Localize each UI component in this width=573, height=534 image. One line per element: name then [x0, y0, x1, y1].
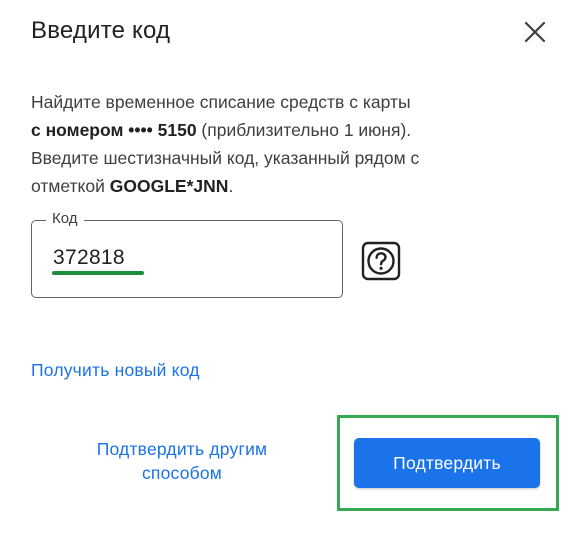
close-button[interactable]	[516, 13, 554, 51]
verify-code-dialog: Введите код Найдите временное списание с…	[0, 0, 573, 534]
instruction-line-4: отметкой GOOGLE*JNN.	[31, 172, 531, 200]
alt-method-label-line2: способом	[141, 463, 223, 483]
alt-method-label-line1: Подтвердить другим	[96, 439, 268, 459]
help-button[interactable]	[361, 241, 401, 281]
confirm-button[interactable]: Подтвердить	[354, 438, 540, 488]
mark-prefix-text: отметкой	[31, 176, 110, 196]
code-field-label: Код	[46, 209, 84, 229]
code-highlight-underline	[52, 271, 144, 275]
approx-date-text: (приблизительно 1 июня).	[196, 120, 412, 140]
mark-suffix-text: .	[228, 176, 234, 196]
card-number-text: с номером •••• 5150	[31, 120, 197, 140]
close-icon	[524, 21, 546, 43]
instruction-line-3: Введите шестизначный код, указанный рядо…	[31, 148, 420, 168]
dialog-title: Введите код	[31, 17, 171, 44]
code-input-field[interactable]: Код 372818	[31, 209, 343, 298]
alt-method-button[interactable]: Подтвердить другим способом	[60, 437, 304, 485]
instruction-line-1: Найдите временное списание средств с кар…	[31, 92, 411, 112]
instruction-text: Найдите временное списание средств с кар…	[31, 88, 531, 200]
code-input-value[interactable]: 372818	[53, 245, 125, 271]
get-new-code-link[interactable]: Получить новый код	[31, 358, 200, 382]
instruction-line-2: с номером •••• 5150 (приблизительно 1 ию…	[31, 116, 531, 144]
help-question-icon	[361, 241, 401, 281]
merchant-mark-text: GOOGLE*JNN	[109, 176, 229, 196]
